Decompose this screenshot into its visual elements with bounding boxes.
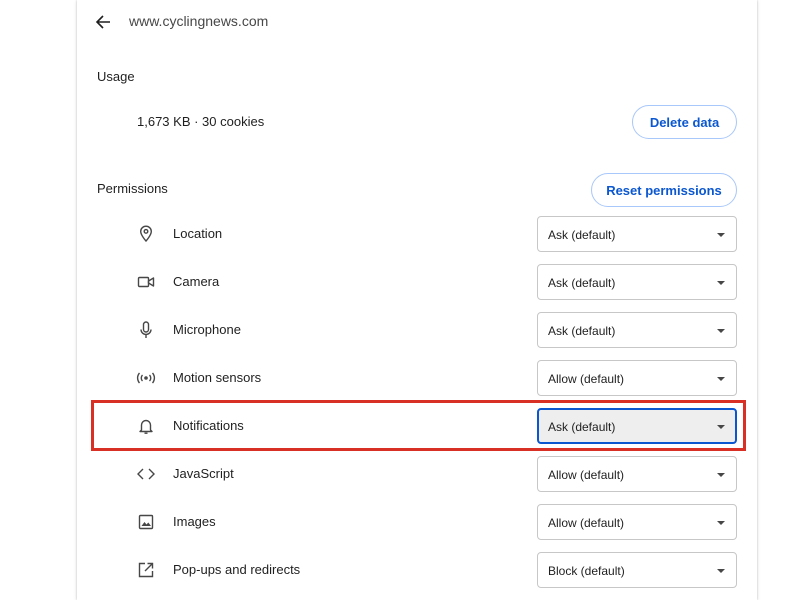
location-pin-icon bbox=[135, 223, 157, 245]
header: www.cyclingnews.com bbox=[77, 0, 757, 44]
images-permission-select[interactable]: Allow (default) bbox=[537, 504, 737, 540]
permission-row-motion-sensors: Motion sensors Allow (default) bbox=[77, 354, 757, 402]
select-value: Allow (default) bbox=[548, 372, 625, 386]
permission-label-notifications: Notifications bbox=[173, 418, 244, 433]
permission-label-motion-sensors: Motion sensors bbox=[173, 370, 262, 385]
dropdown-arrow-icon bbox=[717, 473, 725, 477]
dropdown-arrow-icon bbox=[717, 329, 725, 333]
dropdown-arrow-icon bbox=[717, 521, 725, 525]
camera-icon bbox=[135, 271, 157, 293]
site-settings-card: www.cyclingnews.com Usage 1,673 KB · 30 … bbox=[77, 0, 757, 600]
permission-row-camera: Camera Ask (default) bbox=[77, 258, 757, 306]
back-button[interactable] bbox=[91, 10, 115, 34]
permission-row-javascript: JavaScript Allow (default) bbox=[77, 450, 757, 498]
arrow-back-icon bbox=[95, 14, 111, 30]
dropdown-arrow-icon bbox=[717, 377, 725, 381]
microphone-icon bbox=[135, 319, 157, 341]
code-icon bbox=[135, 463, 157, 485]
image-icon bbox=[135, 511, 157, 533]
permission-label-location: Location bbox=[173, 226, 223, 241]
popups-permission-select[interactable]: Block (default) bbox=[537, 552, 737, 588]
usage-heading: Usage bbox=[97, 69, 135, 84]
permission-label-camera: Camera bbox=[173, 274, 220, 289]
select-value: Allow (default) bbox=[548, 468, 625, 482]
select-value: Ask (default) bbox=[548, 420, 616, 434]
microphone-permission-select[interactable]: Ask (default) bbox=[537, 312, 737, 348]
permission-row-notifications: Notifications Ask (default) bbox=[77, 402, 757, 450]
select-value: Ask (default) bbox=[548, 324, 616, 338]
location-permission-select[interactable]: Ask (default) bbox=[537, 216, 737, 252]
select-value: Block (default) bbox=[548, 564, 625, 578]
permission-label-microphone: Microphone bbox=[173, 322, 241, 337]
bell-icon bbox=[135, 415, 157, 437]
usage-summary: 1,673 KB · 30 cookies bbox=[137, 114, 265, 129]
select-value: Allow (default) bbox=[548, 516, 625, 530]
open-in-new-icon bbox=[135, 559, 157, 581]
permission-label-popups: Pop-ups and redirects bbox=[173, 562, 301, 577]
dropdown-arrow-icon bbox=[717, 425, 725, 429]
permission-row-microphone: Microphone Ask (default) bbox=[77, 306, 757, 354]
javascript-permission-select[interactable]: Allow (default) bbox=[537, 456, 737, 492]
permission-row-location: Location Ask (default) bbox=[77, 210, 757, 258]
dropdown-arrow-icon bbox=[717, 281, 725, 285]
dropdown-arrow-icon bbox=[717, 233, 725, 237]
reset-permissions-button[interactable]: Reset permissions bbox=[591, 173, 737, 207]
site-title: www.cyclingnews.com bbox=[129, 13, 269, 29]
permission-label-javascript: JavaScript bbox=[173, 466, 234, 481]
permissions-heading: Permissions bbox=[97, 181, 168, 196]
notifications-permission-select[interactable]: Ask (default) bbox=[537, 408, 737, 444]
permission-row-images: Images Allow (default) bbox=[77, 498, 757, 546]
permission-label-images: Images bbox=[173, 514, 216, 529]
delete-data-button[interactable]: Delete data bbox=[632, 105, 737, 139]
motion-sensors-permission-select[interactable]: Allow (default) bbox=[537, 360, 737, 396]
camera-permission-select[interactable]: Ask (default) bbox=[537, 264, 737, 300]
select-value: Ask (default) bbox=[548, 276, 616, 290]
dropdown-arrow-icon bbox=[717, 569, 725, 573]
select-value: Ask (default) bbox=[548, 228, 616, 242]
permission-row-popups: Pop-ups and redirects Block (default) bbox=[77, 546, 757, 594]
motion-sensors-icon bbox=[135, 367, 157, 389]
